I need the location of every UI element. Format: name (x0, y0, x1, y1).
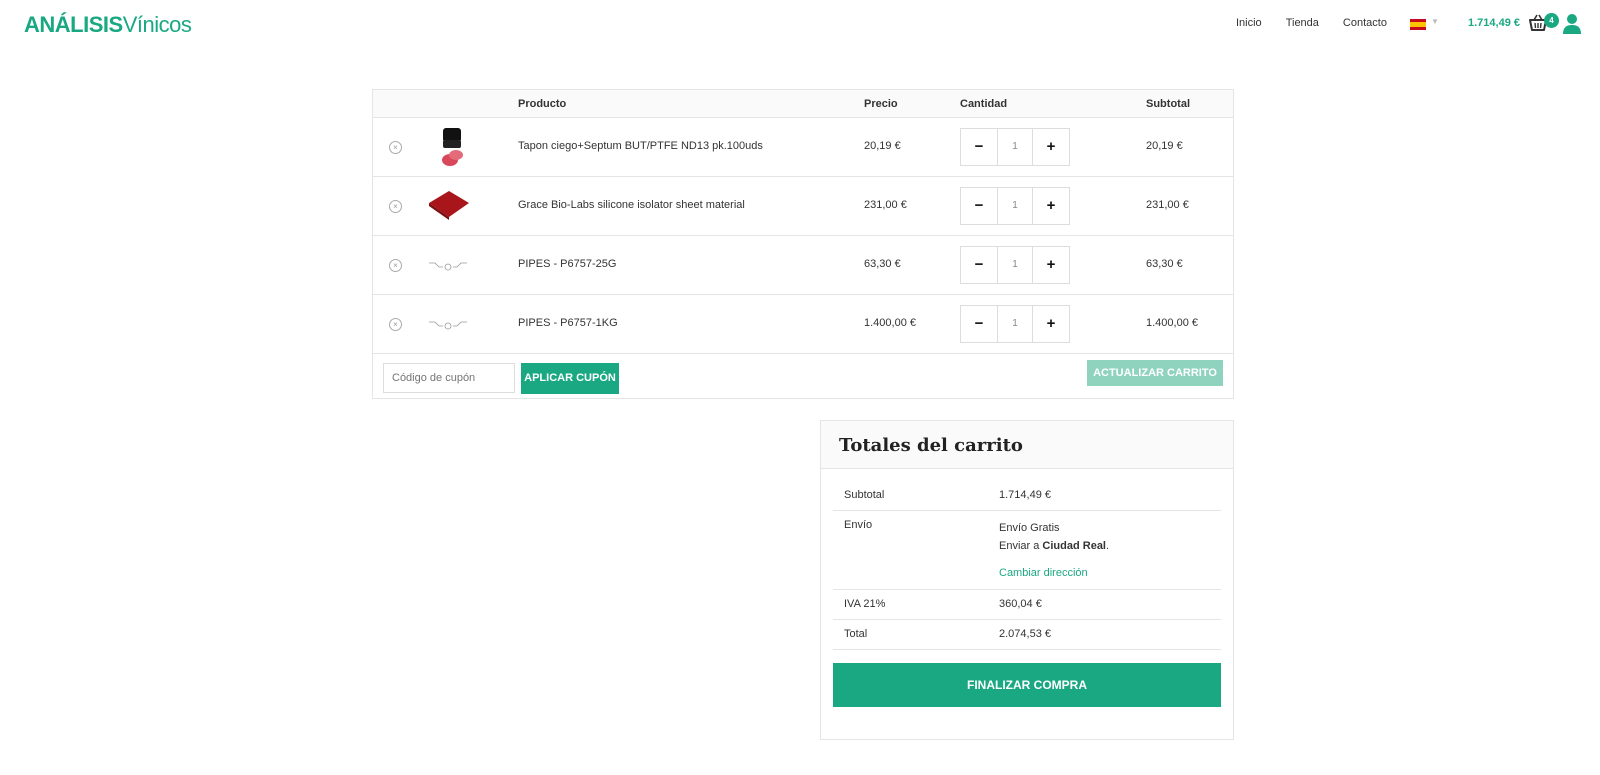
ship-to-text: Enviar a Ciudad Real. (999, 540, 1110, 552)
qty-input[interactable]: 1 (998, 306, 1032, 342)
user-icon[interactable] (1562, 13, 1582, 35)
qty-minus-button[interactable]: − (961, 188, 998, 224)
ship-to-city: Ciudad Real (1042, 540, 1106, 552)
product-subtotal: 1.400,00 € (1146, 317, 1198, 329)
change-address-link[interactable]: Cambiar dirección (999, 567, 1088, 579)
totals-row-shipping: Envío Envío Gratis Enviar a Ciudad Real.… (833, 511, 1221, 590)
nav-item-tienda[interactable]: Tienda (1286, 17, 1319, 29)
totals-row-total: Total 2.074,53 € (833, 620, 1221, 650)
qty-input[interactable]: 1 (998, 129, 1032, 165)
remove-item-icon[interactable]: × (389, 259, 402, 272)
red-sheet-icon[interactable] (425, 185, 471, 227)
coupon-input[interactable] (383, 363, 515, 393)
tax-label: IVA 21% (844, 598, 886, 610)
nav-item-contacto[interactable]: Contacto (1343, 17, 1387, 29)
totals-row-tax: IVA 21% 360,04 € (833, 590, 1221, 620)
header-price: Precio (864, 98, 898, 110)
product-price: 63,30 € (864, 258, 901, 270)
subtotal-value: 1.714,49 € (999, 489, 1051, 501)
table-row: × PIPES - P6757-1KG 1.400,00 € − 1 + 1.4… (373, 295, 1233, 354)
quantity-stepper: − 1 + (960, 187, 1070, 225)
nav-item-inicio[interactable]: Inicio (1236, 17, 1262, 29)
remove-item-icon[interactable]: × (389, 200, 402, 213)
header-quantity: Cantidad (960, 98, 1008, 110)
cart-table: Producto Precio Cantidad Subtotal × Tapo… (372, 89, 1234, 399)
product-subtotal: 231,00 € (1146, 199, 1189, 211)
qty-plus-button[interactable]: + (1032, 188, 1069, 224)
product-name[interactable]: PIPES - P6757-25G (518, 258, 616, 270)
product-subtotal: 20,19 € (1146, 140, 1183, 152)
cart-actions: APLICAR CUPÓN ACTUALIZAR CARRITO (373, 354, 1233, 399)
product-price: 1.400,00 € (864, 317, 916, 329)
product-subtotal: 63,30 € (1146, 258, 1183, 270)
qty-minus-button[interactable]: − (961, 247, 998, 283)
logo-light-text: Vínicos (122, 12, 192, 37)
totals-title: Totales del carrito (821, 421, 1233, 469)
product-name[interactable]: Tapon ciego+Septum BUT/PTFE ND13 pk.100u… (518, 140, 763, 152)
totals-row-subtotal: Subtotal 1.714,49 € (833, 481, 1221, 511)
cart-count-badge: 4 (1544, 13, 1559, 28)
qty-minus-button[interactable]: − (961, 129, 998, 165)
qty-input[interactable]: 1 (998, 188, 1032, 224)
cart-table-header: Producto Precio Cantidad Subtotal (373, 90, 1233, 118)
site-logo[interactable]: ANÁLISISVínicos (24, 12, 192, 38)
remove-item-icon[interactable]: × (389, 141, 402, 154)
quantity-stepper: − 1 + (960, 246, 1070, 284)
table-row: × Tapon ciego+Septum BUT/PTFE ND13 pk.10… (373, 118, 1233, 177)
update-cart-button[interactable]: ACTUALIZAR CARRITO (1087, 360, 1223, 386)
header-cart-total[interactable]: 1.714,49 € (1468, 17, 1520, 29)
shipping-label: Envío (844, 519, 873, 531)
cart-totals: Totales del carrito Subtotal 1.714,49 € … (820, 420, 1234, 740)
apply-coupon-button[interactable]: APLICAR CUPÓN (521, 363, 619, 394)
total-label: Total (844, 628, 868, 640)
quantity-stepper: − 1 + (960, 305, 1070, 343)
product-name[interactable]: Grace Bio-Labs silicone isolator sheet m… (518, 199, 745, 211)
qty-input[interactable]: 1 (998, 247, 1032, 283)
quantity-stepper: − 1 + (960, 128, 1070, 166)
subtotal-label: Subtotal (844, 489, 885, 501)
product-price: 231,00 € (864, 199, 907, 211)
qty-plus-button[interactable]: + (1032, 306, 1069, 342)
tax-value: 360,04 € (999, 598, 1042, 610)
checkout-button[interactable]: FINALIZAR COMPRA (833, 663, 1221, 707)
table-row: × Grace Bio-Labs silicone isolator sheet… (373, 177, 1233, 236)
product-price: 20,19 € (864, 140, 901, 152)
shipping-value: Envío Gratis (999, 522, 1060, 534)
logo-bold-text: ANÁLISIS (24, 12, 123, 37)
qty-plus-button[interactable]: + (1032, 247, 1069, 283)
main-nav: Inicio Tienda Contacto (1236, 17, 1411, 29)
qty-plus-button[interactable]: + (1032, 129, 1069, 165)
chevron-down-icon[interactable]: ▼ (1431, 17, 1439, 26)
total-value: 2.074,53 € (999, 628, 1051, 640)
table-row: × PIPES - P6757-25G 63,30 € − 1 + 63,30 … (373, 236, 1233, 295)
header-product: Producto (518, 98, 567, 110)
spain-flag-icon[interactable] (1410, 19, 1426, 30)
remove-item-icon[interactable]: × (389, 318, 402, 331)
site-header: ANÁLISISVínicos Inicio Tienda Contacto ▼… (0, 0, 1600, 50)
molecule-icon[interactable] (425, 303, 471, 345)
qty-minus-button[interactable]: − (961, 306, 998, 342)
product-name[interactable]: PIPES - P6757-1KG (518, 317, 618, 329)
vial-cap-icon[interactable] (425, 126, 471, 168)
molecule-icon[interactable] (425, 244, 471, 286)
header-subtotal: Subtotal (1146, 98, 1190, 110)
